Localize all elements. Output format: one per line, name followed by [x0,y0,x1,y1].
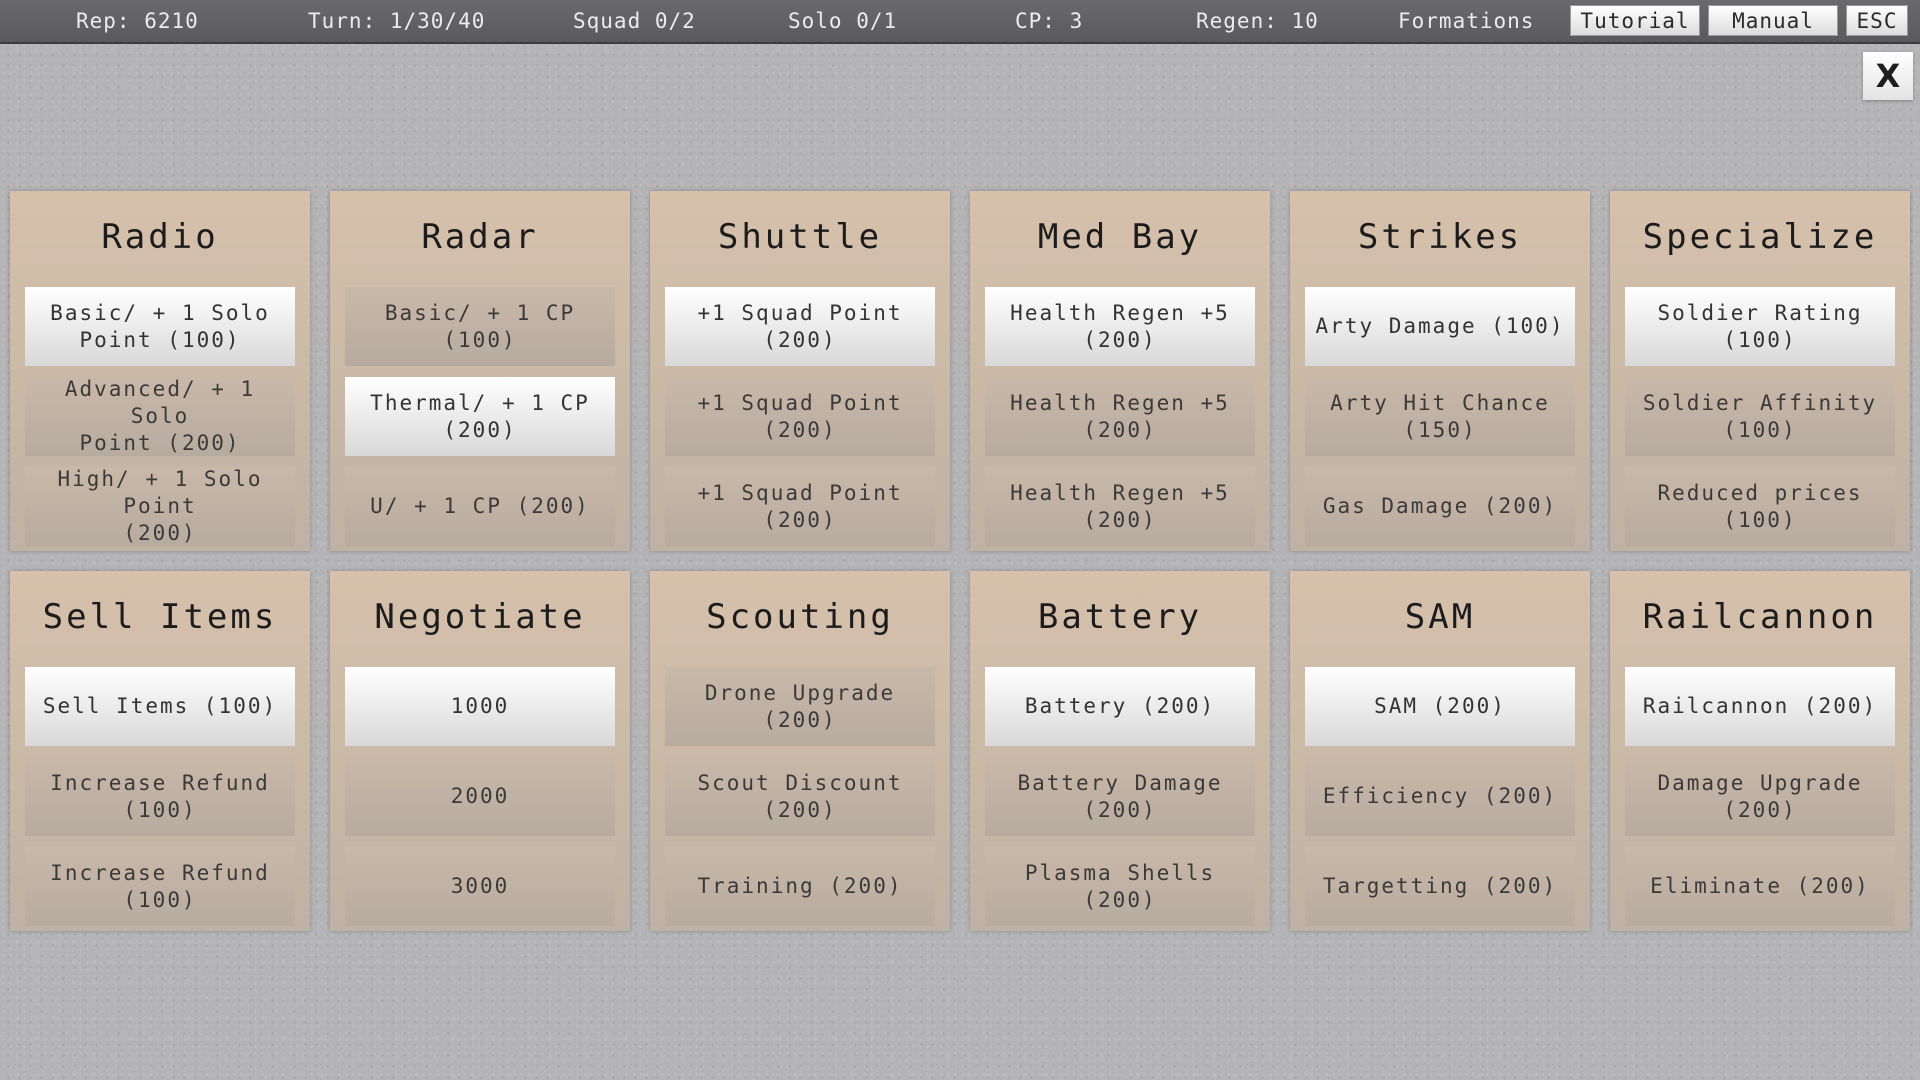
upgrade-card-radio: Radio Basic/ + 1 Solo Point (100) Advanced… [10,191,310,551]
upgrade-option-button[interactable]: U/ + 1 CP (200) [345,467,615,546]
card-title: Scouting [706,597,894,637]
upgrade-card-sell-items: Sell Items Sell Items (100) Increase Refun… [10,571,310,931]
top-status-bar: Rep: 6210 Turn: 1/30/40 Squad 0/2 Solo 0… [0,0,1920,44]
formations-button[interactable]: Formations [1398,0,1534,42]
upgrade-card-railcannon: Railcannon Railcannon (200) Damage Upgrade… [1610,571,1910,931]
upgrade-option-button[interactable]: SAM (200) [1305,667,1575,746]
card-title: Radar [421,217,539,257]
upgrade-option-button[interactable]: Increase Refund (100) [25,757,295,836]
card-title: Strikes [1357,217,1523,257]
upgrade-option-button[interactable]: Gas Damage (200) [1305,467,1575,546]
upgrade-card-strikes: Strikes Arty Damage (100) Arty Hit Chance … [1290,191,1590,551]
upgrade-card-radar: Radar Basic/ + 1 CP (100) Thermal/ + 1 CP … [330,191,630,551]
upgrade-card-specialize: Specialize Soldier Rating (100) Soldier Af… [1610,191,1910,551]
upgrade-card-med-bay: Med Bay Health Regen +5 (200) Health Regen… [970,191,1270,551]
upgrade-option-button[interactable]: Arty Hit Chance (150) [1305,377,1575,456]
upgrade-option-button[interactable]: Arty Damage (100) [1305,287,1575,366]
upgrade-option-button[interactable]: Battery (200) [985,667,1255,746]
card-title: SAM [1404,597,1476,637]
upgrade-option-button[interactable]: Basic/ + 1 CP (100) [345,287,615,366]
upgrade-option-button[interactable]: Increase Refund (100) [25,847,295,926]
upgrade-card-battery: Battery Battery (200) Battery Damage (200)… [970,571,1270,931]
upgrade-card-negotiate: Negotiate 1000 2000 3000 [330,571,630,931]
upgrade-option-button[interactable]: 2000 [345,757,615,836]
upgrade-option-button[interactable]: Battery Damage (200) [985,757,1255,836]
upgrade-option-button[interactable]: Thermal/ + 1 CP (200) [345,377,615,456]
upgrade-option-button[interactable]: Eliminate (200) [1625,847,1895,926]
close-button[interactable]: X [1863,52,1913,100]
upgrade-grid: Radio Basic/ + 1 Solo Point (100) Advanced… [10,191,1910,931]
card-title: Railcannon [1642,597,1878,637]
solo-counter: Solo 0/1 [788,9,898,33]
upgrade-option-button[interactable]: Soldier Affinity (100) [1625,377,1895,456]
card-title: Med Bay [1037,217,1203,257]
upgrade-option-button[interactable]: Basic/ + 1 Solo Point (100) [25,287,295,366]
card-title: Radio [101,217,219,257]
upgrade-option-button[interactable]: High/ + 1 Solo Point (200) [25,467,295,546]
upgrade-option-button[interactable]: Soldier Rating (100) [1625,287,1895,366]
upgrade-option-button[interactable]: Health Regen +5 (200) [985,377,1255,456]
card-title: Negotiate [374,597,586,637]
upgrade-option-button[interactable]: Efficiency (200) [1305,757,1575,836]
upgrade-option-button[interactable]: Reduced prices (100) [1625,467,1895,546]
upgrade-option-button[interactable]: Health Regen +5 (200) [985,467,1255,546]
upgrade-card-sam: SAM SAM (200) Efficiency (200) Targetting (… [1290,571,1590,931]
upgrade-option-button[interactable]: Sell Items (100) [25,667,295,746]
upgrade-option-button[interactable]: Health Regen +5 (200) [985,287,1255,366]
upgrade-option-button[interactable]: Scout Discount (200) [665,757,935,836]
upgrade-option-button[interactable]: +1 Squad Point (200) [665,377,935,456]
esc-button[interactable]: ESC [1846,5,1908,36]
upgrade-option-button[interactable]: 3000 [345,847,615,926]
squad-counter: Squad 0/2 [573,9,696,33]
regen-counter: Regen: 10 [1196,9,1319,33]
card-title: Shuttle [717,217,883,257]
upgrade-option-button[interactable]: Training (200) [665,847,935,926]
card-title: Sell Items [42,597,278,637]
upgrade-option-button[interactable]: +1 Squad Point (200) [665,467,935,546]
manual-button[interactable]: Manual [1708,5,1838,36]
turn-counter: Turn: 1/30/40 [308,9,486,33]
upgrade-option-button[interactable]: Plasma Shells (200) [985,847,1255,926]
tutorial-button[interactable]: Tutorial [1570,5,1700,36]
card-title: Specialize [1642,217,1878,257]
card-title: Battery [1037,597,1203,637]
upgrade-card-scouting: Scouting Drone Upgrade (200) Scout Discoun… [650,571,950,931]
rep-counter: Rep: 6210 [76,9,199,33]
upgrade-option-button[interactable]: Advanced/ + 1 Solo Point (200) [25,377,295,456]
upgrade-card-shuttle: Shuttle +1 Squad Point (200) +1 Squad Poin… [650,191,950,551]
upgrade-option-button[interactable]: 1000 [345,667,615,746]
upgrade-option-button[interactable]: Railcannon (200) [1625,667,1895,746]
upgrade-option-button[interactable]: Drone Upgrade (200) [665,667,935,746]
upgrade-option-button[interactable]: +1 Squad Point (200) [665,287,935,366]
upgrade-option-button[interactable]: Targetting (200) [1305,847,1575,926]
cp-counter: CP: 3 [1015,9,1084,33]
upgrade-option-button[interactable]: Damage Upgrade (200) [1625,757,1895,836]
